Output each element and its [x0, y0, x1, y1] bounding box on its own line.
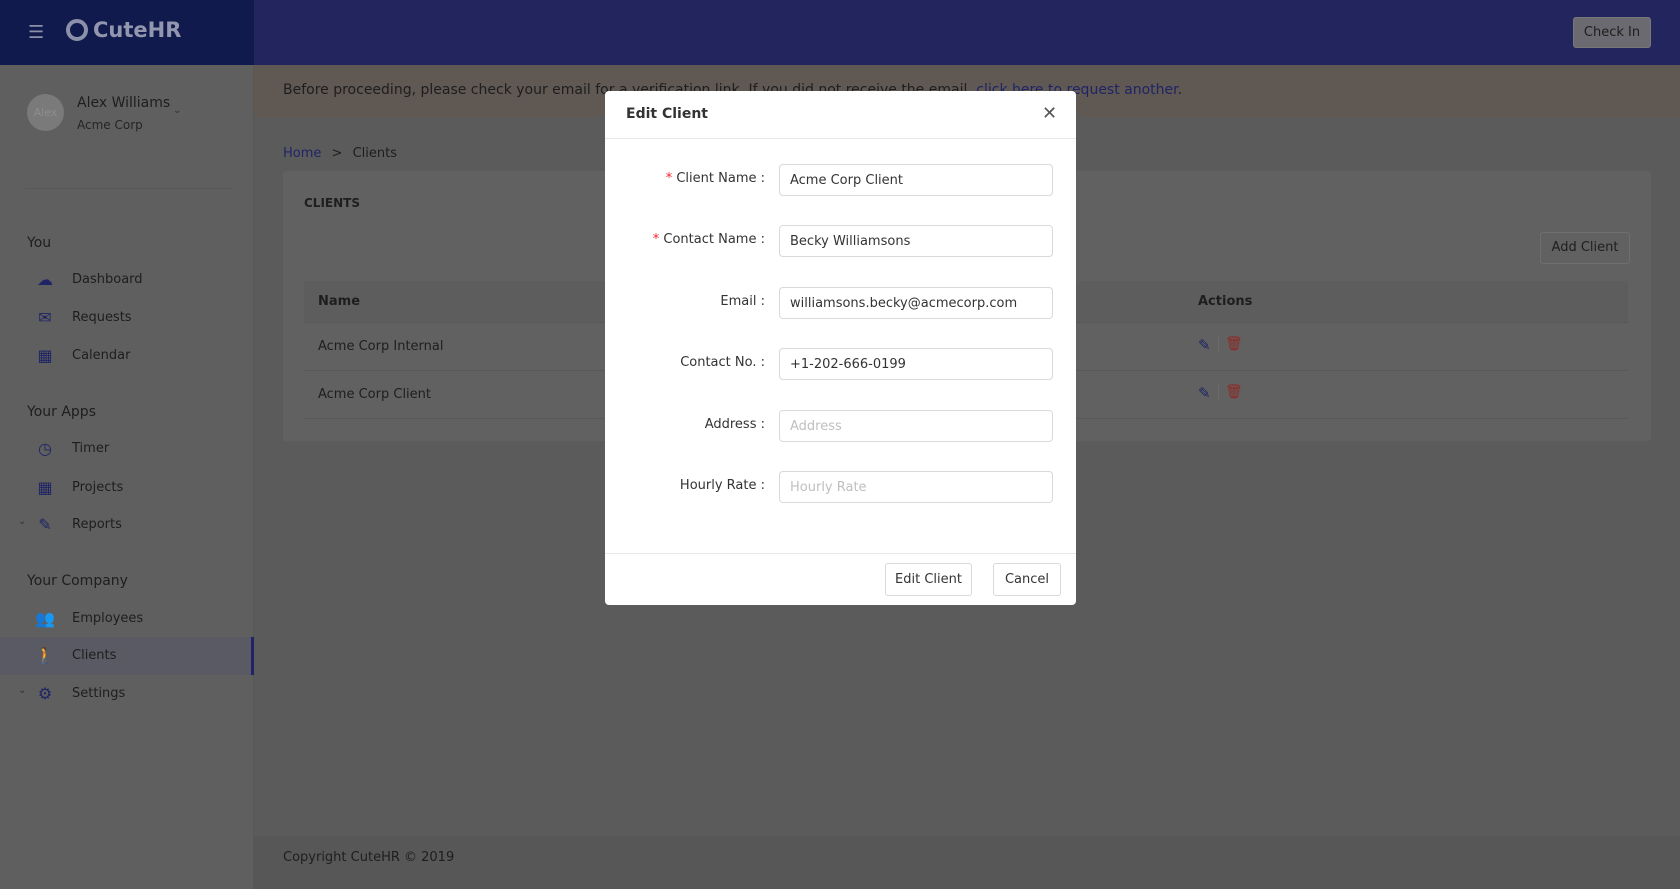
column-name: Name: [318, 294, 361, 309]
modal-footer-divider: [605, 553, 1076, 554]
grid-icon: ▦: [37, 478, 53, 497]
label-email: Email :: [720, 294, 765, 309]
breadcrumb: Home > Clients: [283, 146, 397, 161]
field-label: Address: [704, 417, 757, 432]
sidebar-item-label: Clients: [72, 648, 117, 663]
chevron-down-icon[interactable]: ⌄: [18, 685, 26, 696]
edit-icon: ✎: [38, 515, 52, 534]
breadcrumb-current: Clients: [352, 146, 397, 161]
modal-header: Edit Client ✕: [605, 91, 1076, 139]
user-company: Acme Corp: [77, 118, 143, 132]
hourly-rate-input[interactable]: [779, 471, 1053, 503]
section-company: Your Company: [27, 573, 128, 589]
sidebar-item-label: Dashboard: [72, 272, 143, 287]
edit-client-submit-button[interactable]: Edit Client: [885, 563, 972, 596]
client-name: Acme Corp Internal: [318, 339, 444, 354]
chevron-down-icon[interactable]: ⌄: [18, 516, 26, 527]
section-apps: Your Apps: [27, 404, 96, 420]
app-title: CuteHR: [93, 18, 182, 42]
sidebar-item-label: Settings: [72, 686, 126, 701]
email-input[interactable]: [779, 287, 1053, 319]
dashboard-icon: ☁: [37, 270, 53, 289]
delete-icon[interactable]: 🗑: [1225, 384, 1243, 400]
edit-icon[interactable]: ✎: [1198, 336, 1211, 354]
chevron-down-icon[interactable]: ⌄: [173, 105, 181, 116]
sidebar-item-label: Timer: [72, 441, 110, 456]
copyright: Copyright CuteHR © 2019: [283, 850, 455, 865]
card-title: CLIENTS: [304, 196, 360, 210]
sidebar-item-reports[interactable]: ⌄ ✎ Reports: [0, 506, 254, 544]
breadcrumb-home[interactable]: Home: [283, 146, 321, 161]
label-hourly-rate: Hourly Rate :: [679, 478, 765, 493]
label-client-name: * Client Name :: [665, 171, 765, 186]
users-icon: 👥: [35, 609, 55, 628]
delete-icon[interactable]: 🗑: [1225, 336, 1243, 352]
sidebar-item-label: Projects: [72, 480, 124, 495]
sidebar-item-label: Calendar: [72, 348, 131, 363]
sidebar-item-settings[interactable]: ⌄ ⚙ Settings: [0, 675, 254, 713]
brand: ☰ CuteHR: [0, 0, 254, 65]
sidebar-item-requests[interactable]: ✉ Requests: [0, 299, 254, 337]
sidebar-item-projects[interactable]: ▦ Projects: [0, 469, 254, 507]
user-name[interactable]: Alex Williams: [77, 95, 170, 111]
label-contact-no: Contact No. :: [680, 355, 765, 370]
close-icon[interactable]: ✕: [1042, 103, 1057, 124]
sidebar-item-label: Reports: [72, 517, 122, 532]
sidebar-item-calendar[interactable]: ▦ Calendar: [0, 337, 254, 375]
sidebar: Alex Alex Williams Acme Corp ⌄ You ☁ Das…: [0, 65, 254, 889]
logo-icon: [66, 19, 88, 41]
label-address: Address :: [704, 417, 765, 432]
address-input[interactable]: [779, 410, 1053, 442]
clock-icon: ◷: [38, 439, 52, 458]
field-label: Hourly Rate: [679, 478, 757, 493]
sidebar-item-label: Requests: [72, 310, 132, 325]
client-name: Acme Corp Client: [318, 387, 432, 402]
person-icon: 🚶: [35, 646, 55, 665]
modal-title: Edit Client: [626, 106, 708, 122]
check-in-button[interactable]: Check In: [1573, 17, 1651, 48]
client-name-input[interactable]: [779, 164, 1053, 196]
gear-icon: ⚙: [37, 684, 53, 703]
column-actions: Actions: [1198, 294, 1253, 309]
calendar-icon: ▦: [37, 346, 53, 365]
mail-icon: ✉: [38, 308, 52, 327]
avatar: Alex: [27, 94, 64, 131]
edit-client-modal: Edit Client ✕ * Client Name : * Contact …: [605, 91, 1076, 605]
cancel-button[interactable]: Cancel: [993, 563, 1061, 596]
sidebar-item-dashboard[interactable]: ☁ Dashboard: [0, 261, 254, 299]
field-label: Client Name: [676, 171, 757, 186]
required-marker: *: [652, 232, 664, 247]
sidebar-item-employees[interactable]: 👥 Employees: [0, 600, 254, 638]
sidebar-item-clients[interactable]: 🚶 Clients: [0, 637, 254, 675]
divider: [1218, 385, 1219, 401]
sidebar-item-label: Employees: [72, 611, 144, 626]
contact-no-input[interactable]: [779, 348, 1053, 380]
add-client-button[interactable]: Add Client: [1540, 232, 1630, 264]
label-contact-name: * Contact Name :: [652, 232, 765, 247]
field-label: Email: [720, 294, 757, 309]
section-you: You: [27, 235, 52, 251]
edit-icon[interactable]: ✎: [1198, 384, 1211, 402]
banner-end: .: [1177, 82, 1183, 98]
field-label: Contact No.: [680, 355, 757, 370]
footer: Copyright CuteHR © 2019: [254, 836, 1680, 889]
divider: [25, 188, 232, 189]
field-label: Contact Name: [663, 232, 757, 247]
contact-name-input[interactable]: [779, 225, 1053, 257]
menu-toggle-icon[interactable]: ☰: [28, 22, 44, 43]
breadcrumb-separator: >: [331, 146, 343, 161]
sidebar-item-timer[interactable]: ◷ Timer: [0, 430, 254, 468]
divider: [1218, 337, 1219, 353]
required-marker: *: [665, 171, 677, 186]
